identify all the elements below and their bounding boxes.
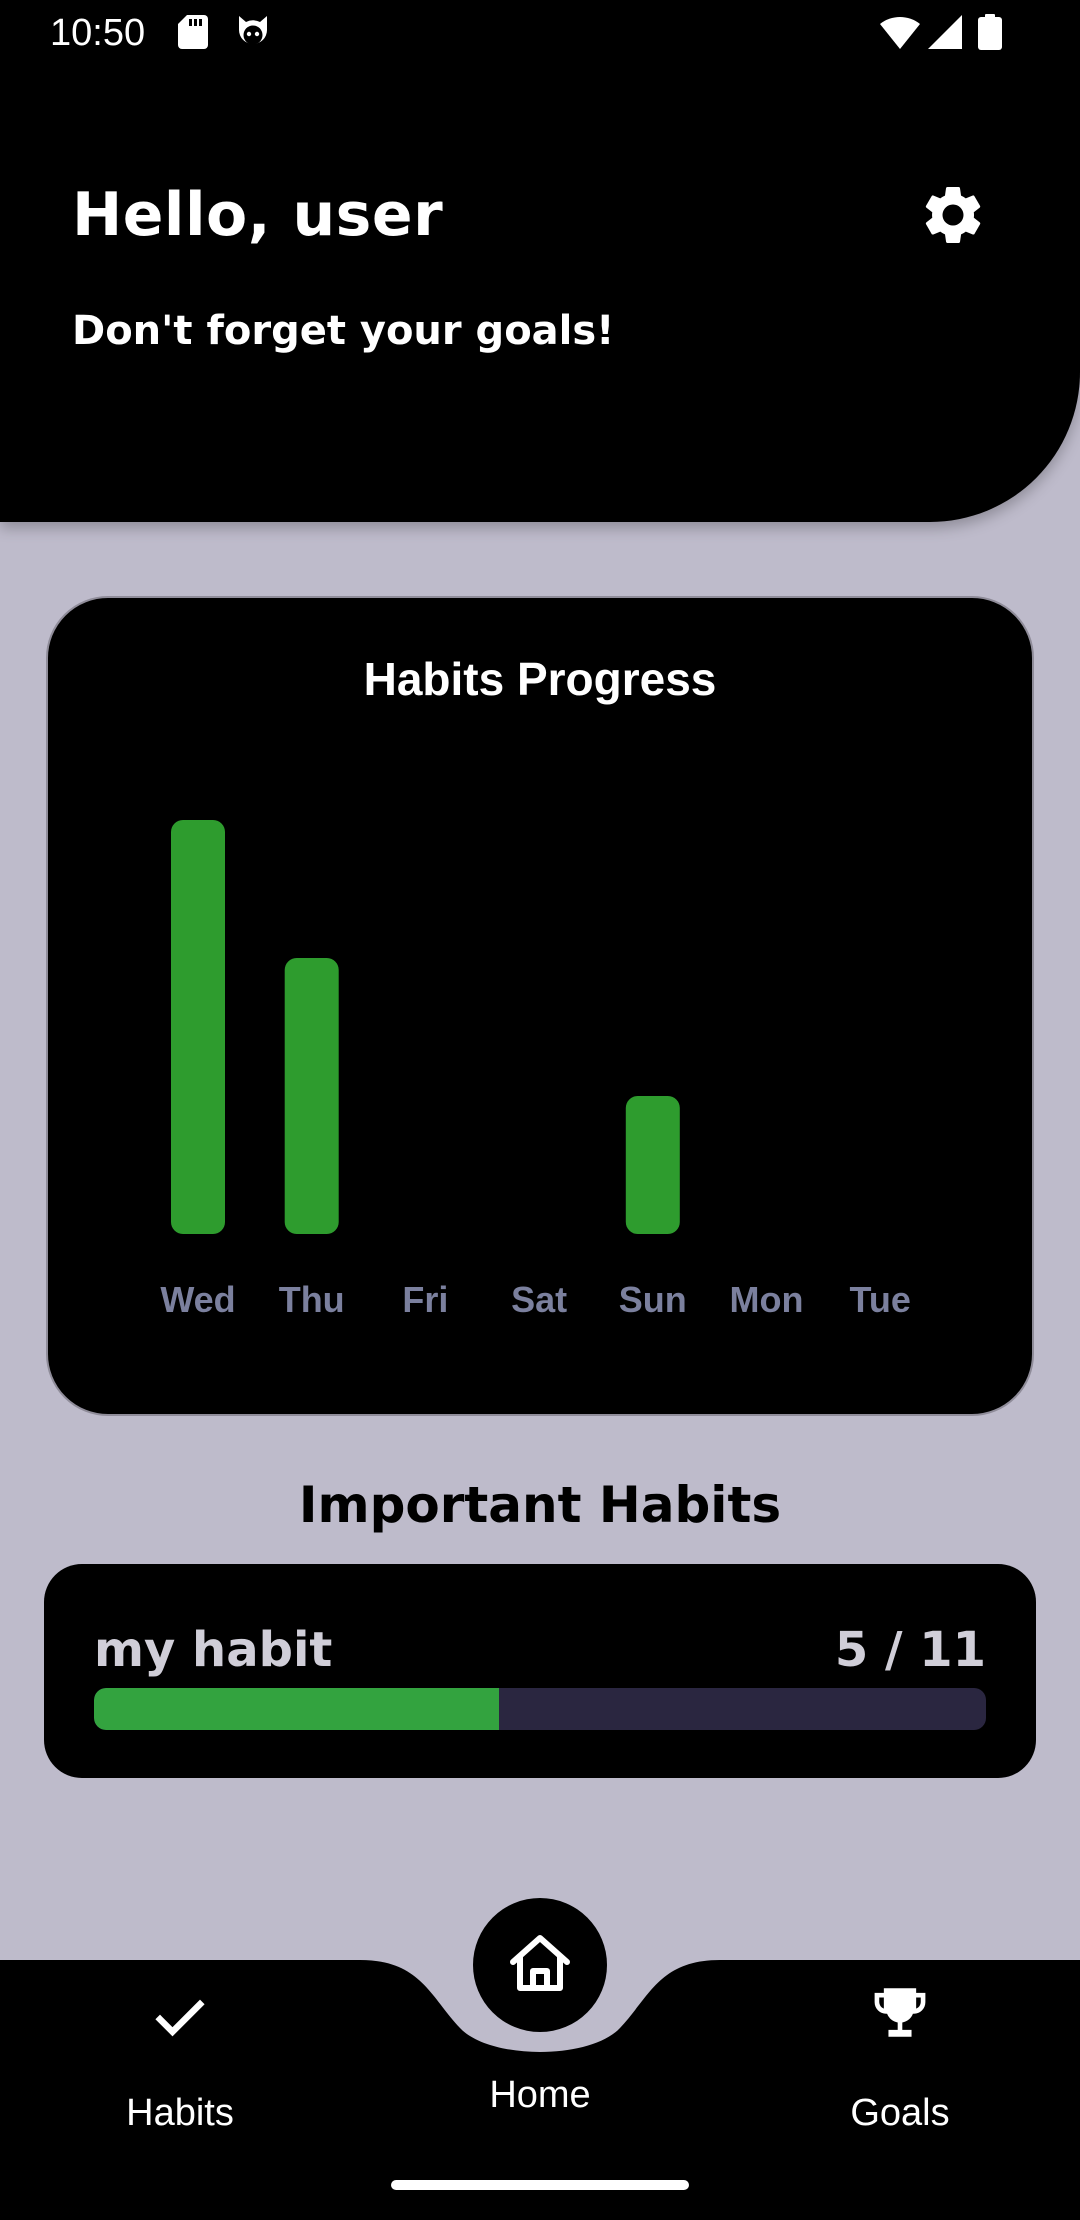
- greeting-subtitle: Don't forget your goals!: [72, 308, 615, 354]
- chart-bar-sun: [625, 1096, 680, 1234]
- gear-icon: [925, 186, 981, 243]
- chart-tick-label-sun: Sun: [619, 1279, 687, 1320]
- greeting-title: Hello, user: [72, 180, 444, 250]
- status-bar: 10:50: [0, 0, 1080, 66]
- chart-tick-label-sat: Sat: [511, 1279, 567, 1320]
- settings-button[interactable]: [918, 180, 988, 250]
- wifi-icon: [880, 12, 920, 52]
- battery-icon: [978, 12, 1002, 52]
- chart-bar-thu: [284, 958, 339, 1234]
- header: Hello, user Don't forget your goals!: [0, 0, 1080, 522]
- signal-icon: [928, 12, 962, 52]
- chart-tick-label-thu: Thu: [279, 1279, 345, 1320]
- status-time: 10:50: [50, 12, 146, 54]
- chart-tick-label-wed: Wed: [160, 1279, 235, 1320]
- chart-tick-label-tue: Tue: [850, 1279, 911, 1320]
- cat-face-icon: [234, 12, 272, 52]
- chart-tick-label-fri: Fri: [402, 1279, 448, 1320]
- sd-card-icon: [178, 12, 208, 52]
- chart-bar-wed: [171, 820, 225, 1234]
- chart-tick-label-mon: Mon: [730, 1279, 804, 1320]
